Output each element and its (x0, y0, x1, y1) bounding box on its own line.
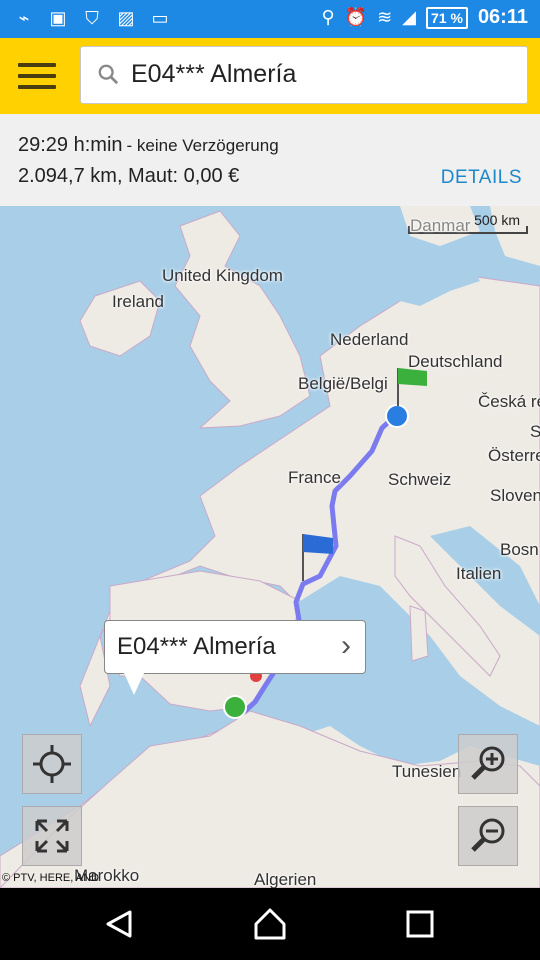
map-label: Danmar (410, 216, 471, 235)
usb-icon: ⌁ (18, 8, 30, 28)
home-icon[interactable] (252, 906, 288, 942)
route-summary: 29:29 h:min - keine Verzögerung 2.094,7 k… (0, 114, 540, 207)
map-label: France (288, 468, 341, 487)
zoom-in-button[interactable] (458, 734, 518, 794)
status-bar: ⌁ ▣ ⛉ ▨ ▭ ⚲ ⏰ ≋ ◢ 71 % 06:11 (0, 0, 540, 38)
map-label: Česká re (478, 392, 540, 411)
map-label: Sloven (490, 486, 540, 505)
app-bar: E04*** Almería (0, 38, 540, 114)
route-delay: - keine Verzögerung (126, 136, 279, 155)
map-label: Italien (456, 564, 502, 583)
wifi-icon: ≋ (377, 7, 393, 27)
map-label: Deutschland (408, 352, 503, 371)
map-view[interactable]: 500 km Danmar United Kingdom Ireland Ned… (0, 206, 540, 888)
shield-icon: ⛉ (85, 8, 99, 28)
zoom-in-icon (471, 746, 505, 780)
search-input[interactable]: E04*** Almería (80, 46, 528, 104)
notification-icons: ⌁ ▣ ⛉ ▨ ▭ (14, 8, 170, 28)
system-nav-bar (0, 888, 540, 960)
expand-icon (35, 819, 69, 853)
back-icon[interactable] (102, 906, 138, 942)
details-button[interactable]: DETAILS (441, 167, 522, 189)
fullscreen-button[interactable] (22, 806, 82, 866)
recents-icon[interactable] (402, 906, 438, 942)
search-query: E04*** Almería (131, 60, 297, 88)
map-label: Bosn (500, 540, 539, 559)
signal-icon: ◢ (402, 7, 417, 27)
zoom-out-icon (471, 818, 505, 852)
location-icon: ⚲ (321, 7, 335, 27)
search-icon (98, 64, 119, 85)
destination-popup[interactable]: E04*** Almería › (104, 620, 366, 674)
map-label: Ireland (112, 292, 164, 311)
status-right: ⚲ ⏰ ≋ ◢ 71 % 06:11 (321, 6, 528, 29)
map-label: Algerien (254, 870, 317, 888)
route-duration-line: 29:29 h:min - keine Verzögerung (18, 134, 279, 157)
menu-icon[interactable] (18, 63, 56, 89)
popup-label: E04*** Almería (117, 633, 276, 660)
route-duration: 29:29 h:min (18, 134, 123, 156)
crosshair-icon (33, 745, 71, 783)
map-label: Tunesien (392, 762, 462, 781)
image-icon: ▨ (117, 8, 135, 28)
map-label: S (530, 422, 540, 441)
fk-icon: ▭ (151, 8, 169, 28)
alarm-icon: ⏰ (344, 7, 368, 27)
clock: 06:11 (477, 6, 528, 28)
sim-icon: ▣ (49, 8, 67, 28)
map-label: Österre (488, 446, 540, 465)
map-copyright: © PTV, HERE, AND (2, 872, 99, 884)
map-label: Nederland (330, 330, 409, 349)
popup-pointer (124, 673, 144, 695)
zoom-out-button[interactable] (458, 806, 518, 866)
locate-button[interactable] (22, 734, 82, 794)
battery-indicator: 71 % (426, 6, 468, 29)
map-label: United Kingdom (162, 266, 283, 285)
chevron-right-icon: › (341, 629, 351, 662)
map-label: Schweiz (388, 470, 452, 489)
map-label: België/Belgi (298, 374, 388, 393)
route-distance: 2.094,7 km, Maut: 0,00 € (18, 165, 240, 187)
